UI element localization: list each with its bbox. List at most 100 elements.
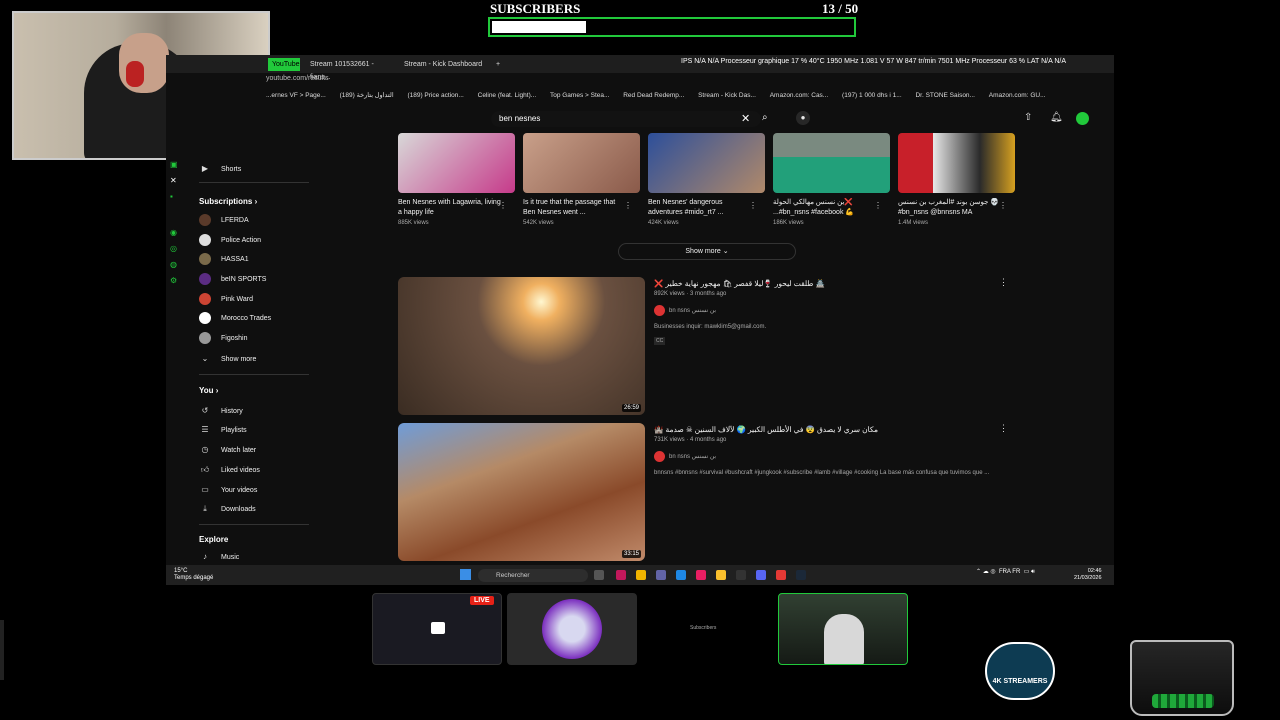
more-options-icon[interactable]: ⋮ xyxy=(499,201,507,210)
video-thumbnail[interactable]: 26:59 xyxy=(398,277,645,415)
bookmark[interactable]: Stream - Kick Das... xyxy=(698,92,756,99)
bookmark[interactable]: (189) Price action... xyxy=(407,92,463,99)
app-icon[interactable] xyxy=(696,570,706,580)
short-title[interactable]: جوسن بوند #المغرب بن نسنس 💀 #bn_nsns @bn… xyxy=(898,198,1002,218)
twitch-icon[interactable]: ▣ xyxy=(170,160,186,176)
more-options-icon[interactable]: ⋮ xyxy=(624,201,632,210)
short-card[interactable]: Is it true that the passage that Ben Nes… xyxy=(523,133,640,226)
channel-avatar[interactable] xyxy=(654,451,665,462)
channel-avatar[interactable] xyxy=(654,305,665,316)
more-options-icon[interactable]: ⋮ xyxy=(874,201,882,210)
app-icon[interactable] xyxy=(616,570,626,580)
sidebar-item-subscription[interactable]: Police Action xyxy=(191,232,261,250)
short-card[interactable]: جوسن بوند #المغرب بن نسنس 💀 #bn_nsns @bn… xyxy=(898,133,1015,226)
obs-icon[interactable] xyxy=(776,570,786,580)
task-view-icon[interactable] xyxy=(594,570,604,580)
sidebar-item-subscription[interactable]: LFERDA xyxy=(191,212,249,230)
upload-icon[interactable]: ⇧ xyxy=(1024,112,1032,123)
discord-icon[interactable] xyxy=(756,570,766,580)
bookmark[interactable]: Red Dead Redemp... xyxy=(623,92,684,99)
short-thumbnail[interactable] xyxy=(773,133,890,193)
avatar[interactable] xyxy=(1076,112,1089,125)
tab-kick-dashboard[interactable]: Stream - Kick Dashboard xyxy=(400,58,490,71)
short-card[interactable]: بن نسنس مهالكي الحولة❌ ...#bn_nsns #face… xyxy=(773,133,890,226)
kick-icon[interactable]: ▪ xyxy=(170,192,186,208)
short-title[interactable]: بن نسنس مهالكي الحولة❌ ...#bn_nsns #face… xyxy=(773,198,877,218)
short-thumbnail[interactable] xyxy=(898,133,1015,193)
bookmark[interactable]: Celine (feat. Light)... xyxy=(478,92,537,99)
windows-start-icon[interactable] xyxy=(460,569,471,580)
short-thumbnail[interactable] xyxy=(398,133,515,193)
short-title[interactable]: Ben Nesnes' dangerous adventures #mido_r… xyxy=(648,198,752,218)
bookmark[interactable]: (197) 1 000 dhs i 1... xyxy=(842,92,902,99)
bookmark[interactable]: ...ernes VF > Page... xyxy=(266,92,326,99)
short-thumbnail[interactable] xyxy=(523,133,640,193)
video-title[interactable]: 🏰 مكان سري لا يصدق 😨 في الأطلس الكبير 🌍 … xyxy=(654,425,878,434)
more-options-icon[interactable]: ⋮ xyxy=(999,423,1008,434)
sidebar-subscriptions-header[interactable]: Subscriptions › xyxy=(199,197,257,206)
short-title[interactable]: Is it true that the passage that Ben Nes… xyxy=(523,198,627,218)
video-title[interactable]: ❌ طلقت ليحور 🍷ليلا قفصر 🛍 مهجور نهاية خط… xyxy=(654,279,825,288)
sidebar-item-your-videos[interactable]: ▭ Your videos xyxy=(191,481,257,499)
language-indicator[interactable]: FRA FR xyxy=(999,569,1020,575)
taskbar-search[interactable]: Rechercher xyxy=(478,569,588,582)
sidebar-item-label: Shorts xyxy=(221,166,242,173)
video-thumbnail[interactable]: 33:15 xyxy=(398,423,645,561)
sidebar-item-downloads[interactable]: ⤓ Downloads xyxy=(191,500,255,518)
show-more-button[interactable]: Show more ⌄ xyxy=(618,243,796,260)
microphone-icon[interactable]: ● xyxy=(796,111,810,125)
teams-icon[interactable] xyxy=(656,570,666,580)
sidebar-item-music[interactable]: ♪ Music xyxy=(191,548,239,566)
more-options-icon[interactable]: ⋮ xyxy=(999,201,1007,210)
short-card[interactable]: Ben Nesnes' dangerous adventures #mido_r… xyxy=(648,133,765,226)
tab-youtube[interactable]: YouTube xyxy=(268,58,300,71)
sidebar-item-shorts[interactable]: ▶ Shorts xyxy=(191,160,241,178)
edge-icon[interactable] xyxy=(676,570,686,580)
short-title[interactable]: Ben Nesnes with Lagawria, living a happy… xyxy=(398,198,502,218)
system-tray[interactable]: ⌃ ☁ ◎ FRA FR ▭ 🔊︎ xyxy=(976,568,1035,576)
weather-widget[interactable]: 15°C Temps dégagé xyxy=(174,568,213,582)
bookmark[interactable]: Amazon.com: Cas... xyxy=(770,92,829,99)
tab-stream[interactable]: Stream 101532661 - fians... xyxy=(306,58,394,81)
more-options-icon[interactable]: ⋮ xyxy=(999,277,1008,288)
video-result[interactable]: 26:59 ❌ طلقت ليحور 🍷ليلا قفصر 🛍 مهجور نه… xyxy=(398,277,1018,415)
x-icon[interactable]: ✕ xyxy=(170,176,186,192)
app-icon[interactable] xyxy=(716,570,726,580)
new-tab-button[interactable]: + xyxy=(492,58,502,71)
sidebar-item-liked-videos[interactable]: 👍︎ Liked videos xyxy=(191,461,260,479)
bell-icon[interactable]: 🔔︎ xyxy=(1050,112,1063,123)
sidebar-item-subscription[interactable]: beIN SPORTS xyxy=(191,271,266,289)
settings-icon[interactable]: ⚙ xyxy=(170,276,186,292)
address-bar[interactable]: youtube.com/results xyxy=(266,75,329,82)
sidebar-item-subscription[interactable]: Morocco Trades xyxy=(191,310,271,328)
taskbar-clock[interactable]: 02:46 21/03/2026 xyxy=(1074,568,1102,582)
file-explorer-icon[interactable] xyxy=(636,570,646,580)
channel-name[interactable]: bn nsns بن نسنس xyxy=(669,453,716,460)
more-options-icon[interactable]: ⋮ xyxy=(749,201,757,210)
sidebar-show-more[interactable]: ⌄ Show more xyxy=(191,350,257,368)
app-icon[interactable] xyxy=(736,570,746,580)
short-thumbnail[interactable] xyxy=(648,133,765,193)
bookmark[interactable]: Top Games > Stea... xyxy=(550,92,609,99)
sidebar-item-watch-later[interactable]: ◷ Watch later xyxy=(191,441,257,459)
steam-icon[interactable] xyxy=(796,570,806,580)
bookmark[interactable]: Amazon.com: GU... xyxy=(989,92,1046,99)
sidebar-item-subscription[interactable]: Pink Ward xyxy=(191,291,253,309)
close-icon[interactable]: ✕ xyxy=(741,112,750,125)
search-icon[interactable]: ⌕ xyxy=(762,112,768,123)
whatsapp-icon[interactable]: ◍ xyxy=(170,260,186,276)
channel-name[interactable]: bn nsns بن نسنس xyxy=(669,307,716,314)
bookmark[interactable]: Dr. STONE Saison... xyxy=(915,92,974,99)
channel-avatar xyxy=(199,332,211,345)
sidebar-item-subscription[interactable]: Figoshin xyxy=(191,330,247,348)
sidebar-you-header[interactable]: You › xyxy=(199,386,218,395)
search-input[interactable]: ben nesnes xyxy=(491,111,761,127)
sidebar-item-playlists[interactable]: ☰ Playlists xyxy=(191,421,246,439)
app-icon[interactable]: ◉ xyxy=(170,228,186,244)
sidebar-item-subscription[interactable]: HASSA1 xyxy=(191,251,249,269)
app-icon[interactable]: ◎ xyxy=(170,244,186,260)
sidebar-item-history[interactable]: ↺ History xyxy=(191,402,243,420)
video-result[interactable]: 33:15 🏰 مكان سري لا يصدق 😨 في الأطلس الك… xyxy=(398,423,1018,561)
short-card[interactable]: Ben Nesnes with Lagawria, living a happy… xyxy=(398,133,515,226)
bookmark[interactable]: التداول بتارخة (189) xyxy=(340,91,394,99)
